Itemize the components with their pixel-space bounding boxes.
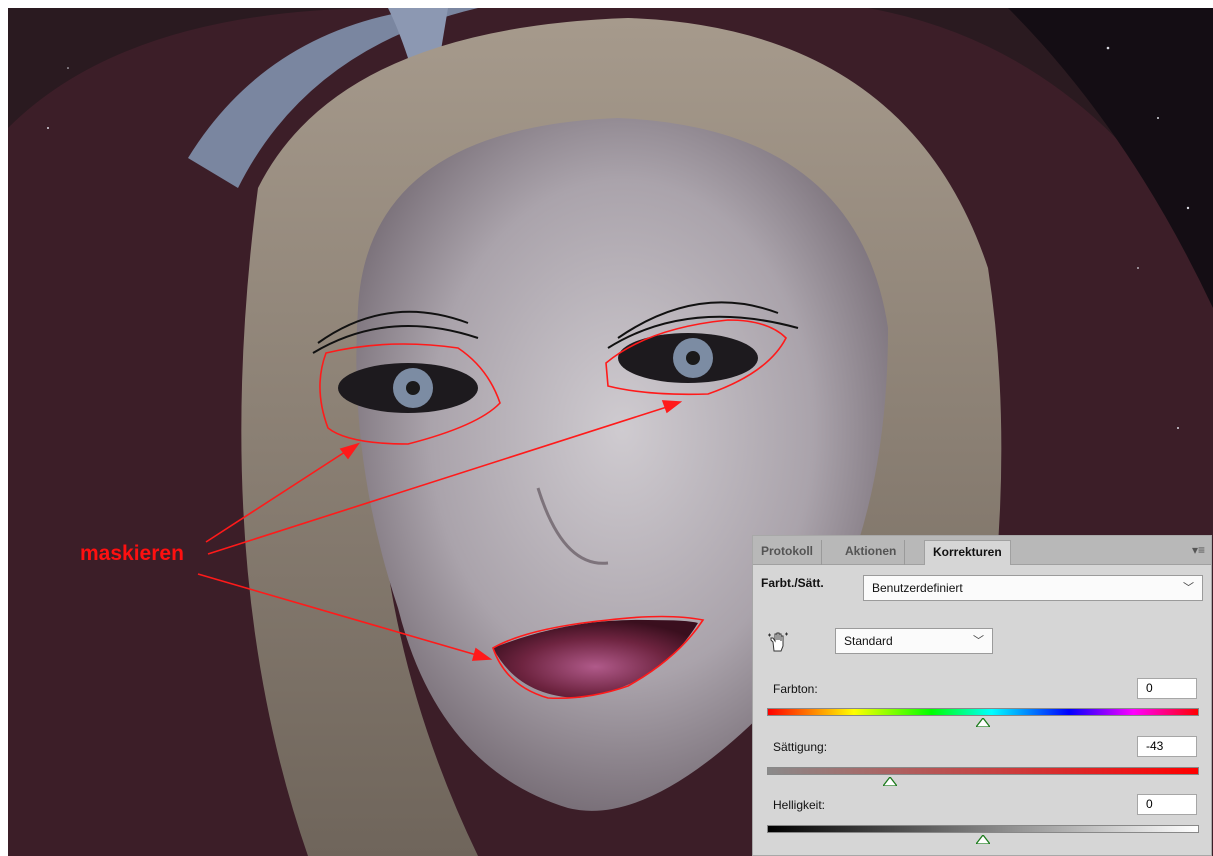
lightness-input[interactable]: 0 [1137,794,1197,815]
panel-tabbar: Protokoll Aktionen Korrekturen ▾≡ [753,536,1211,565]
annotation-label: maskieren [80,542,184,565]
panel-menu-icon[interactable]: ▾≡ [1192,543,1205,557]
tab-protokoll[interactable]: Protokoll [753,540,823,565]
channel-dropdown[interactable]: Standard ﹀ [835,628,993,654]
preset-dropdown[interactable]: Benutzerdefiniert ﹀ [863,575,1203,601]
chevron-down-icon: ﹀ [1183,582,1194,594]
preset-label: Farbt./Sätt. [761,576,824,590]
tab-aktionen[interactable]: Aktionen [837,540,906,565]
hue-label: Farbton: [773,682,818,696]
hue-input[interactable]: 0 [1137,678,1197,699]
adjustments-panel: Protokoll Aktionen Korrekturen ▾≡ Farbt.… [752,535,1212,856]
saturation-label: Sättigung: [773,740,828,754]
lightness-slider-thumb[interactable] [976,835,990,844]
saturation-slider-track[interactable] [767,767,1199,775]
preset-value: Benutzerdefiniert [872,581,963,595]
chevron-down-icon: ﹀ [973,635,984,647]
tab-korrekturen[interactable]: Korrekturen [924,540,1011,565]
hue-slider-thumb[interactable] [976,718,990,727]
lightness-slider-track[interactable] [767,825,1199,833]
targeted-adjustment-hand-icon[interactable] [767,631,789,653]
saturation-slider-thumb[interactable] [883,777,898,786]
channel-value: Standard [844,634,893,648]
saturation-input[interactable]: -43 [1137,736,1197,757]
hue-slider-track[interactable] [767,708,1199,716]
lightness-label: Helligkeit: [773,798,826,812]
